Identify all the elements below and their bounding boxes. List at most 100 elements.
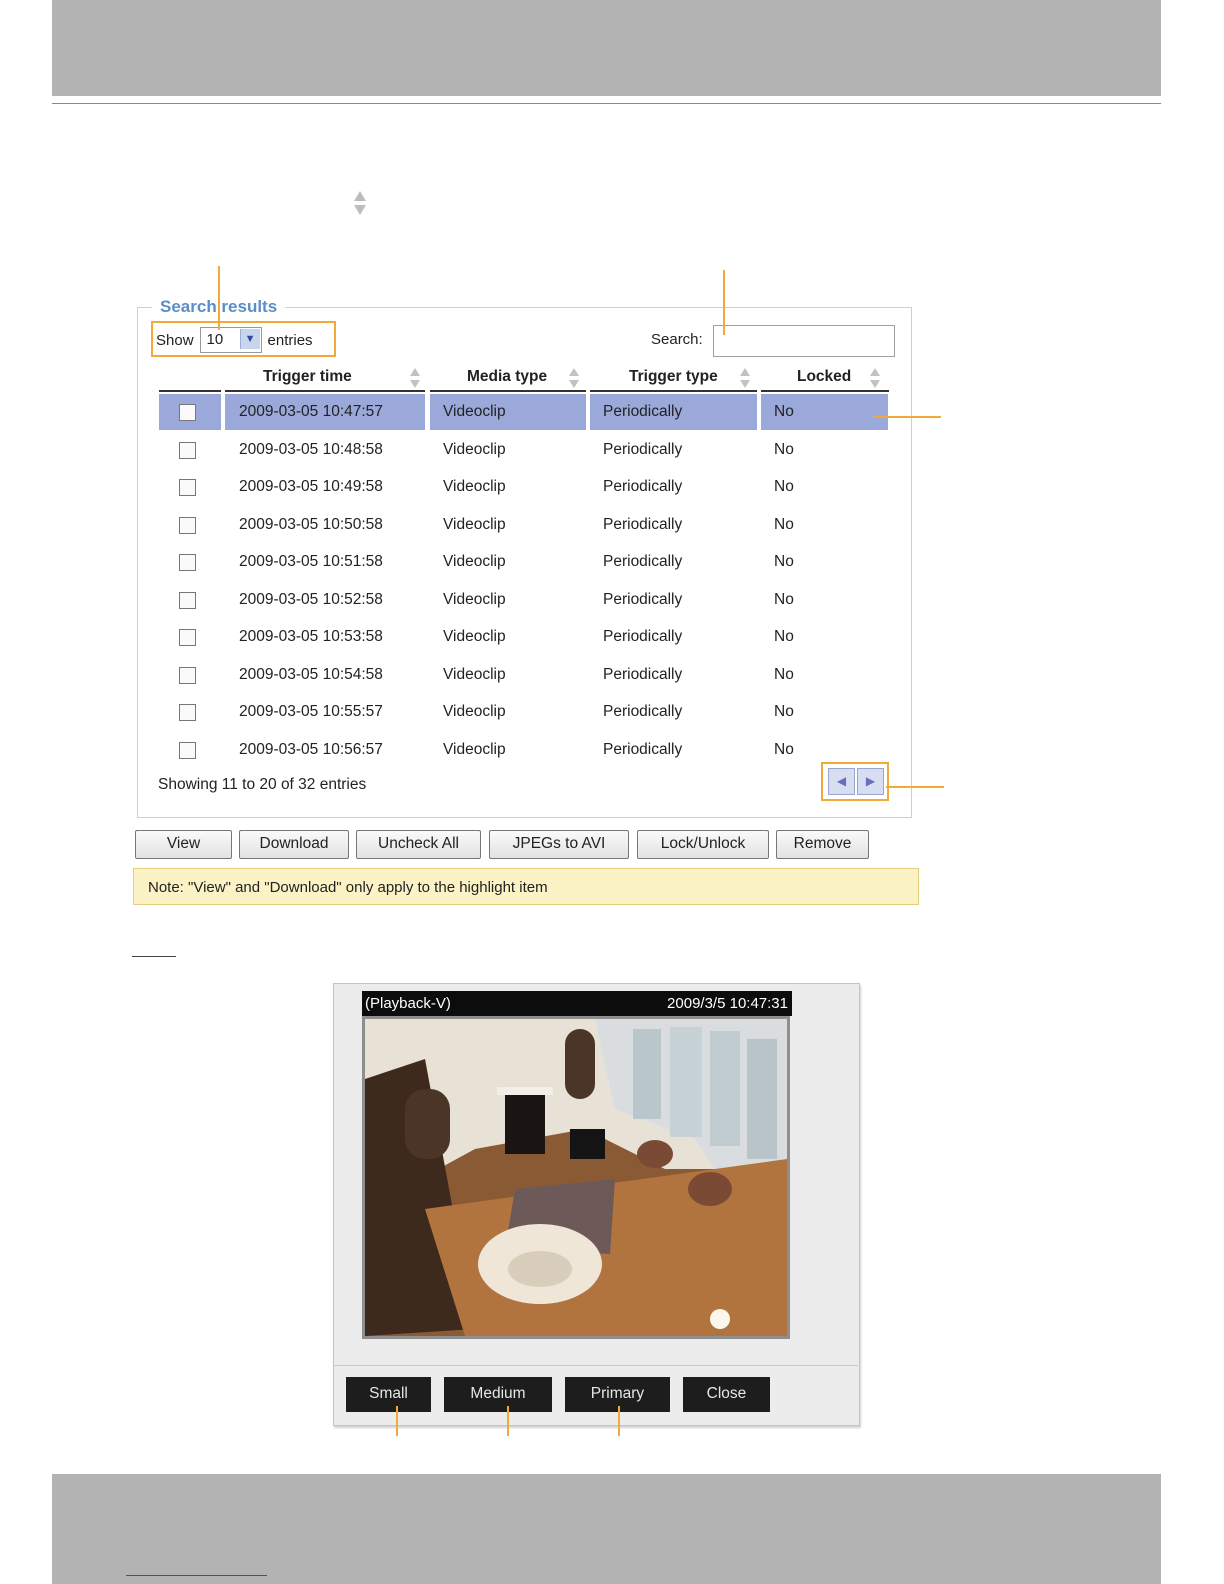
cell-trigger-time: 2009-03-05 10:52:58	[239, 591, 383, 608]
cell-media-type: Videoclip	[443, 666, 506, 683]
row-checkbox[interactable]	[179, 404, 196, 421]
medium-button[interactable]: Medium	[444, 1377, 552, 1412]
table-row[interactable]: 2009-03-05 10:56:57 Videoclip Periodical…	[159, 732, 890, 768]
cell-locked: No	[774, 553, 794, 570]
view-button[interactable]: View	[135, 830, 232, 859]
header-trigger-type[interactable]: Trigger type	[629, 368, 718, 386]
search-label: Search:	[651, 331, 703, 348]
sort-icon[interactable]	[408, 367, 422, 389]
cell-trigger-type: Periodically	[603, 666, 683, 683]
row-checkbox[interactable]	[179, 629, 196, 646]
cell-media-type: Videoclip	[443, 628, 506, 645]
row-checkbox[interactable]	[179, 742, 196, 759]
cell-trigger-time: 2009-03-05 10:53:58	[239, 628, 383, 645]
table-row[interactable]: 2009-03-05 10:48:58 Videoclip Periodical…	[159, 432, 890, 468]
cell-locked: No	[774, 403, 794, 420]
row-checkbox[interactable]	[179, 479, 196, 496]
sort-icon	[354, 191, 366, 215]
table-row[interactable]: 2009-03-05 10:54:58 Videoclip Periodical…	[159, 657, 890, 693]
page-footer-band	[52, 1474, 1161, 1584]
cell-trigger-time: 2009-03-05 10:48:58	[239, 441, 383, 458]
cell-trigger-time: 2009-03-05 10:56:57	[239, 741, 383, 758]
row-checkbox[interactable]	[179, 704, 196, 721]
playback-divider	[333, 1365, 858, 1366]
cell-trigger-type: Periodically	[603, 553, 683, 570]
cell-locked: No	[774, 591, 794, 608]
playback-title: (Playback-V)	[365, 995, 451, 1012]
table-row[interactable]: 2009-03-05 10:55:57 Videoclip Periodical…	[159, 694, 890, 730]
header-rule	[225, 390, 425, 392]
cell-locked: No	[774, 478, 794, 495]
cell-trigger-type: Periodically	[603, 403, 683, 420]
callout-line	[873, 416, 941, 418]
lock-unlock-button[interactable]: Lock/Unlock	[637, 830, 769, 859]
cell-media-type: Videoclip	[443, 741, 506, 758]
callout-line	[218, 266, 220, 330]
playback-timestamp: 2009/3/5 10:47:31	[667, 995, 788, 1012]
remove-button[interactable]: Remove	[776, 830, 869, 859]
table-row[interactable]: 2009-03-05 10:53:58 Videoclip Periodical…	[159, 619, 890, 655]
cell-trigger-type: Periodically	[603, 591, 683, 608]
table-row[interactable]: 2009-03-05 10:50:58 Videoclip Periodical…	[159, 507, 890, 543]
header-locked[interactable]: Locked	[797, 368, 851, 386]
cell-trigger-time: 2009-03-05 10:51:58	[239, 553, 383, 570]
table-row[interactable]: 2009-03-05 10:47:57 Videoclip Periodical…	[159, 394, 890, 430]
row-checkbox[interactable]	[179, 517, 196, 534]
cell-trigger-type: Periodically	[603, 741, 683, 758]
header-trigger-time[interactable]: Trigger time	[263, 368, 352, 386]
cell-media-type: Videoclip	[443, 553, 506, 570]
sort-icon[interactable]	[567, 367, 581, 389]
header-rule	[159, 390, 221, 392]
callout-line	[507, 1406, 509, 1436]
cell-media-type: Videoclip	[443, 703, 506, 720]
header-divider	[52, 103, 1161, 104]
row-checkbox[interactable]	[179, 442, 196, 459]
footer-link-underline[interactable]	[126, 1575, 267, 1576]
uncheck-all-button[interactable]: Uncheck All	[356, 830, 481, 859]
cell-trigger-type: Periodically	[603, 703, 683, 720]
sort-icon[interactable]	[738, 367, 752, 389]
jpegs-to-avi-button[interactable]: JPEGs to AVI	[489, 830, 629, 859]
cell-media-type: Videoclip	[443, 591, 506, 608]
cell-media-type: Videoclip	[443, 478, 506, 495]
page-size-callout-box	[151, 321, 336, 357]
table-row[interactable]: 2009-03-05 10:52:58 Videoclip Periodical…	[159, 582, 890, 618]
cell-media-type: Videoclip	[443, 441, 506, 458]
header-media-type[interactable]: Media type	[467, 368, 547, 386]
header-rule	[761, 390, 889, 392]
cell-locked: No	[774, 516, 794, 533]
row-checkbox[interactable]	[179, 667, 196, 684]
header-rule	[590, 390, 757, 392]
cell-trigger-time: 2009-03-05 10:47:57	[239, 403, 383, 420]
cell-locked: No	[774, 703, 794, 720]
video-frame	[362, 1016, 790, 1339]
cell-locked: No	[774, 741, 794, 758]
row-checkbox[interactable]	[179, 554, 196, 571]
cell-trigger-type: Periodically	[603, 441, 683, 458]
room-video-image	[365, 1019, 787, 1336]
page-header-band	[52, 0, 1161, 96]
callout-line	[396, 1406, 398, 1436]
underline-rule	[132, 956, 176, 957]
sort-icon[interactable]	[868, 367, 882, 389]
cell-locked: No	[774, 441, 794, 458]
playback-title-bar: (Playback-V) 2009/3/5 10:47:31	[362, 991, 792, 1016]
small-button[interactable]: Small	[346, 1377, 431, 1412]
callout-line	[618, 1406, 620, 1436]
table-row[interactable]: 2009-03-05 10:49:58 Videoclip Periodical…	[159, 469, 890, 505]
cell-media-type: Videoclip	[443, 516, 506, 533]
cell-trigger-time: 2009-03-05 10:55:57	[239, 703, 383, 720]
search-input[interactable]	[713, 325, 895, 357]
row-checkbox[interactable]	[179, 592, 196, 609]
cell-locked: No	[774, 666, 794, 683]
table-row[interactable]: 2009-03-05 10:51:58 Videoclip Periodical…	[159, 544, 890, 580]
cell-trigger-time: 2009-03-05 10:54:58	[239, 666, 383, 683]
download-button[interactable]: Download	[239, 830, 349, 859]
cell-trigger-time: 2009-03-05 10:50:58	[239, 516, 383, 533]
pager-callout-box	[821, 762, 889, 801]
table-info: Showing 11 to 20 of 32 entries	[158, 776, 367, 793]
close-button[interactable]: Close	[683, 1377, 770, 1412]
cell-locked: No	[774, 628, 794, 645]
cell-trigger-type: Periodically	[603, 628, 683, 645]
header-rule	[430, 390, 586, 392]
